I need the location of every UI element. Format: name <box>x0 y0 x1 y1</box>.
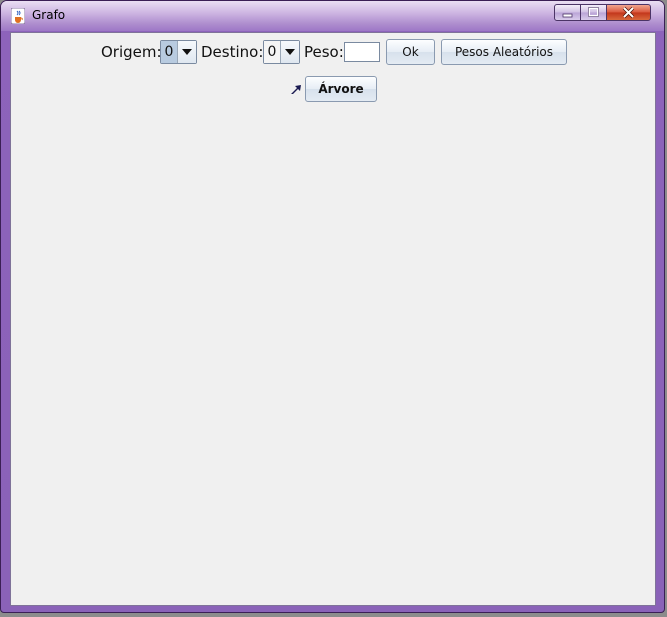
close-icon <box>607 5 650 20</box>
minimize-button[interactable] <box>554 4 581 21</box>
window-title: Grafo <box>32 8 66 22</box>
title-bar[interactable]: Grafo <box>1 1 664 31</box>
app-window: Grafo Origem: 0 Destino: 0 Peso: Ok Peso… <box>0 0 665 613</box>
maximize-button[interactable] <box>580 4 607 21</box>
maximize-icon <box>581 5 606 20</box>
origem-label: Origem: <box>101 43 162 61</box>
destino-label: Destino: <box>201 43 264 61</box>
graph-panel[interactable]: Origem: 0 Destino: 0 Peso: Ok Pesos Alea… <box>10 32 656 606</box>
origem-selected-value: 0 <box>161 41 177 63</box>
peso-input[interactable] <box>344 42 380 62</box>
pesos-aleatorios-button[interactable]: Pesos Aleatórios <box>441 39 567 65</box>
close-button[interactable] <box>606 4 651 21</box>
arvore-button[interactable]: Árvore <box>305 76 377 102</box>
destino-select[interactable]: 0 <box>263 40 300 64</box>
destino-selected-value: 0 <box>264 41 280 63</box>
origem-select[interactable]: 0 <box>160 40 197 64</box>
chevron-down-icon[interactable] <box>280 41 299 63</box>
minimize-icon <box>555 5 580 20</box>
chevron-down-icon[interactable] <box>177 41 196 63</box>
java-cup-icon <box>11 8 25 24</box>
ok-button[interactable]: Ok <box>386 39 435 65</box>
peso-label: Peso: <box>304 43 344 61</box>
arrow-up-right-icon <box>291 85 301 94</box>
